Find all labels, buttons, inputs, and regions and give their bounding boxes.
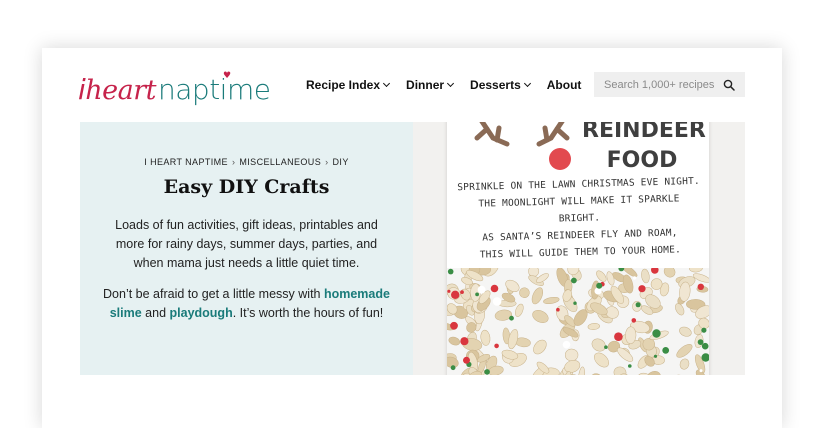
sprinkle xyxy=(628,364,632,368)
sprinkle xyxy=(614,332,623,341)
site-logo[interactable]: iheartnaptime ♥ xyxy=(78,60,271,105)
card-title: REINDEER FOOD xyxy=(582,122,706,176)
nav-label: About xyxy=(546,78,582,92)
nav-label: Dinner xyxy=(406,78,445,92)
category-hero: I HEART NAPTIME › MISCELLANEOUS › DIY Easy D… xyxy=(80,122,413,375)
breadcrumb-current: DIY xyxy=(332,157,349,167)
reindeer-nose xyxy=(549,148,571,170)
sprinkle xyxy=(632,276,637,280)
hero-image: REINDEER FOOD Sprinkle on the lawn Chris… xyxy=(413,122,745,375)
search-input[interactable] xyxy=(604,78,722,91)
sprinkle xyxy=(450,365,456,371)
oat-flake xyxy=(587,323,600,330)
playdough-link[interactable]: playdough xyxy=(170,306,233,320)
oat-flake xyxy=(676,344,693,358)
sprinkle xyxy=(651,268,659,274)
sprinkle xyxy=(509,315,514,321)
hero-description-secondary: Don’t be afraid to get a little messy wi… xyxy=(102,285,391,323)
sprinkle xyxy=(631,318,637,323)
reindeer-food-card: REINDEER FOOD Sprinkle on the lawn Chris… xyxy=(447,122,709,268)
sprinkle xyxy=(447,268,454,275)
breadcrumb-home[interactable]: I HEART NAPTIME xyxy=(144,157,228,167)
sprinkle xyxy=(477,285,486,294)
hero-text: and xyxy=(141,306,170,320)
breadcrumb: I HEART NAPTIME › MISCELLANEOUS › DIY xyxy=(80,157,413,167)
sprinkle xyxy=(562,340,571,349)
oat-flake xyxy=(448,336,461,346)
sprinkle xyxy=(701,327,707,333)
oat-flake xyxy=(532,310,549,323)
sprinkle xyxy=(463,356,470,364)
sprinkle xyxy=(573,301,577,305)
nav-desserts[interactable]: Desserts xyxy=(470,78,531,92)
nav-label: Recipe Index xyxy=(306,78,381,92)
sprinkle xyxy=(447,289,451,293)
sprinkle xyxy=(490,284,499,293)
search-box xyxy=(594,72,745,97)
sprinkle xyxy=(484,369,490,375)
oat-flake xyxy=(679,326,692,337)
oat-flake xyxy=(591,373,602,375)
logo-naptime: naptime xyxy=(158,73,271,106)
breadcrumb-separator: › xyxy=(231,157,236,167)
sprinkle xyxy=(475,292,479,297)
card-title-line: FOOD xyxy=(606,148,678,173)
sprinkle xyxy=(662,347,670,354)
sprinkle xyxy=(450,321,458,330)
oat-flake xyxy=(641,268,650,284)
oat-flake xyxy=(663,268,676,278)
breadcrumb-separator: › xyxy=(325,157,329,167)
nav-about[interactable]: About xyxy=(547,78,582,92)
nav-label: Desserts xyxy=(470,78,521,92)
chevron-down-icon xyxy=(447,79,455,88)
sprinkle xyxy=(494,343,499,349)
search-icon[interactable] xyxy=(722,78,735,91)
logo-wordmark: iheartnaptime ♥ xyxy=(78,72,271,106)
oat-flake xyxy=(519,287,530,298)
hero-description: Loads of fun activities, gift ideas, pri… xyxy=(115,218,378,270)
sprinkle xyxy=(652,329,661,338)
sprinkle xyxy=(451,290,460,299)
oat-flake xyxy=(533,339,547,355)
sprinkle xyxy=(460,337,469,346)
nav-dinner[interactable]: Dinner xyxy=(406,78,455,92)
oat-flake xyxy=(564,348,579,362)
sprinkle xyxy=(556,307,560,312)
sprinkle xyxy=(653,354,658,358)
oat-flake xyxy=(594,352,609,368)
hero-text: Don’t be afraid to get a little messy wi… xyxy=(103,287,324,301)
sprinkle xyxy=(492,297,502,306)
main-nav: Recipe Index Dinner Desserts About xyxy=(306,78,598,92)
page: iheartnaptime ♥ Recipe Index Dinner Dess… xyxy=(42,48,782,428)
oat-flake xyxy=(543,296,560,305)
oat-flake xyxy=(591,338,606,352)
oat-flake xyxy=(689,268,703,273)
page-title: Easy DIY Crafts xyxy=(163,176,330,198)
sprinkle xyxy=(596,282,603,289)
logo-heart-word: heart xyxy=(85,75,157,106)
sprinkle xyxy=(635,302,641,308)
sprinkle xyxy=(701,342,709,350)
sprinkle xyxy=(638,285,646,293)
breadcrumb-miscellaneous[interactable]: MISCELLANEOUS xyxy=(239,157,321,167)
chevron-down-icon xyxy=(382,79,391,88)
sprinkle xyxy=(699,369,703,373)
oat-flake xyxy=(673,374,686,375)
sprinkle xyxy=(604,345,608,349)
oat-mix-illustration xyxy=(447,268,709,375)
card-title-line: REINDEER xyxy=(582,122,706,143)
chevron-down-icon xyxy=(523,79,531,88)
sprinkle xyxy=(697,283,704,290)
card-poem: Sprinkle on the lawn Christmas Eve night… xyxy=(456,173,703,264)
sprinkle xyxy=(571,277,577,284)
sprinkle xyxy=(618,268,625,272)
oat-flake xyxy=(531,287,544,305)
sprinkle xyxy=(460,290,464,294)
oat-flake xyxy=(675,303,685,316)
nav-recipe-index[interactable]: Recipe Index xyxy=(306,78,391,92)
oat-flake xyxy=(679,358,690,370)
heart-icon: ♥ xyxy=(223,71,231,81)
hero-text: . It’s worth the hours of fun! xyxy=(232,306,384,320)
